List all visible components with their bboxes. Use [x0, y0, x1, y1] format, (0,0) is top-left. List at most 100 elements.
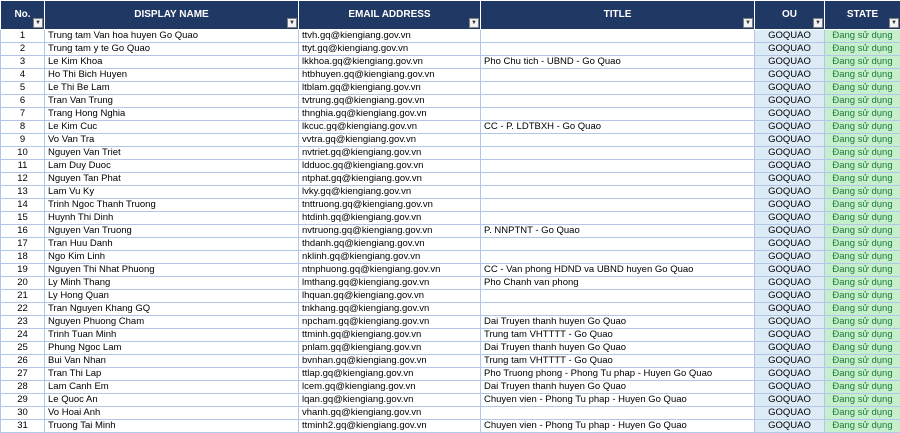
cell-title[interactable]: Dai Truyen thanh huyen Go Quao [481, 316, 755, 329]
cell-display-name[interactable]: Ngo Kim Linh [45, 251, 299, 264]
cell-display-name[interactable]: Vo Van Tra [45, 134, 299, 147]
cell-ou[interactable]: GOQUAO [755, 212, 825, 225]
cell-display-name[interactable]: Le Thi Be Lam [45, 82, 299, 95]
cell-ou[interactable]: GOQUAO [755, 134, 825, 147]
cell-ou[interactable]: GOQUAO [755, 82, 825, 95]
cell-state[interactable]: Đang sử dụng [825, 394, 900, 407]
cell-ou[interactable]: GOQUAO [755, 30, 825, 43]
filter-dropdown-icon[interactable]: ▼ [33, 18, 43, 28]
cell-state[interactable]: Đang sử dụng [825, 134, 900, 147]
cell-ou[interactable]: GOQUAO [755, 407, 825, 420]
cell-no[interactable]: 7 [1, 108, 45, 121]
cell-title[interactable]: CC - Van phong HDND va UBND huyen Go Qua… [481, 264, 755, 277]
cell-email[interactable]: lkcuc.gq@kiengiang.gov.vn [299, 121, 481, 134]
cell-state[interactable]: Đang sử dụng [825, 69, 900, 82]
cell-display-name[interactable]: Tran Van Trung [45, 95, 299, 108]
cell-no[interactable]: 5 [1, 82, 45, 95]
cell-display-name[interactable]: Trinh Ngoc Thanh Truong [45, 199, 299, 212]
cell-state[interactable]: Đang sử dụng [825, 420, 900, 433]
cell-display-name[interactable]: Phung Ngoc Lam [45, 342, 299, 355]
cell-state[interactable]: Đang sử dụng [825, 381, 900, 394]
filter-dropdown-icon[interactable]: ▼ [469, 18, 479, 28]
cell-state[interactable]: Đang sử dụng [825, 329, 900, 342]
cell-title[interactable]: Dai Truyen thanh huyen Go Quao [481, 381, 755, 394]
cell-display-name[interactable]: Ho Thi Bich Huyen [45, 69, 299, 82]
cell-email[interactable]: nklinh.gq@kiengiang.gov.vn [299, 251, 481, 264]
cell-no[interactable]: 30 [1, 407, 45, 420]
filter-dropdown-icon[interactable]: ▼ [287, 18, 297, 28]
cell-state[interactable]: Đang sử dụng [825, 199, 900, 212]
cell-title[interactable]: CC - P. LDTBXH - Go Quao [481, 121, 755, 134]
cell-display-name[interactable]: Nguyen Van Truong [45, 225, 299, 238]
cell-no[interactable]: 8 [1, 121, 45, 134]
cell-no[interactable]: 25 [1, 342, 45, 355]
cell-ou[interactable]: GOQUAO [755, 368, 825, 381]
cell-display-name[interactable]: Trung tam y te Go Quao [45, 43, 299, 56]
cell-ou[interactable]: GOQUAO [755, 290, 825, 303]
cell-title[interactable] [481, 108, 755, 121]
cell-state[interactable]: Đang sử dụng [825, 108, 900, 121]
cell-state[interactable]: Đang sử dụng [825, 30, 900, 43]
cell-ou[interactable]: GOQUAO [755, 225, 825, 238]
cell-display-name[interactable]: Truong Tai Minh [45, 420, 299, 433]
cell-no[interactable]: 2 [1, 43, 45, 56]
cell-title[interactable] [481, 303, 755, 316]
cell-state[interactable]: Đang sử dụng [825, 160, 900, 173]
cell-email[interactable]: npcham.gq@kiengiang.gov.vn [299, 316, 481, 329]
cell-no[interactable]: 29 [1, 394, 45, 407]
cell-email[interactable]: ttminh.gq@kiengiang.gov.vn [299, 329, 481, 342]
cell-title[interactable]: Pho Chu tich - UBND - Go Quao [481, 56, 755, 69]
cell-display-name[interactable]: Tran Huu Danh [45, 238, 299, 251]
cell-email[interactable]: vhanh.gq@kiengiang.gov.vn [299, 407, 481, 420]
cell-no[interactable]: 14 [1, 199, 45, 212]
cell-no[interactable]: 10 [1, 147, 45, 160]
cell-title[interactable] [481, 186, 755, 199]
cell-no[interactable]: 1 [1, 30, 45, 43]
cell-no[interactable]: 22 [1, 303, 45, 316]
cell-state[interactable]: Đang sử dụng [825, 368, 900, 381]
cell-title[interactable] [481, 147, 755, 160]
cell-no[interactable]: 27 [1, 368, 45, 381]
cell-no[interactable]: 23 [1, 316, 45, 329]
cell-title[interactable] [481, 160, 755, 173]
filter-dropdown-icon[interactable]: ▼ [889, 18, 899, 28]
cell-state[interactable]: Đang sử dụng [825, 316, 900, 329]
cell-state[interactable]: Đang sử dụng [825, 121, 900, 134]
cell-title[interactable] [481, 30, 755, 43]
cell-title[interactable] [481, 69, 755, 82]
cell-title[interactable] [481, 173, 755, 186]
filter-dropdown-icon[interactable]: ▼ [743, 18, 753, 28]
cell-state[interactable]: Đang sử dụng [825, 407, 900, 420]
cell-title[interactable]: Trung tam VHTTTT - Go Quao [481, 329, 755, 342]
cell-state[interactable]: Đang sử dụng [825, 147, 900, 160]
cell-ou[interactable]: GOQUAO [755, 121, 825, 134]
cell-title[interactable] [481, 238, 755, 251]
cell-email[interactable]: thdanh.gq@kiengiang.gov.vn [299, 238, 481, 251]
cell-email[interactable]: pnlam.gq@kiengiang.gov.vn [299, 342, 481, 355]
cell-email[interactable]: ttminh2.gq@kiengiang.gov.vn [299, 420, 481, 433]
cell-display-name[interactable]: Lam Canh Em [45, 381, 299, 394]
cell-no[interactable]: 24 [1, 329, 45, 342]
cell-display-name[interactable]: Nguyen Thi Nhat Phuong [45, 264, 299, 277]
cell-title[interactable] [481, 251, 755, 264]
cell-display-name[interactable]: Lam Vu Ky [45, 186, 299, 199]
cell-title[interactable] [481, 95, 755, 108]
cell-ou[interactable]: GOQUAO [755, 303, 825, 316]
cell-no[interactable]: 4 [1, 69, 45, 82]
cell-ou[interactable]: GOQUAO [755, 108, 825, 121]
cell-ou[interactable]: GOQUAO [755, 147, 825, 160]
cell-email[interactable]: ntnphuong.gq@kiengiang.gov.vn [299, 264, 481, 277]
cell-email[interactable]: tnttruong.gq@kiengiang.gov.vn [299, 199, 481, 212]
cell-display-name[interactable]: Nguyen Van Triet [45, 147, 299, 160]
cell-email[interactable]: htbhuyen.gq@kiengiang.gov.vn [299, 69, 481, 82]
cell-title[interactable]: Pho Truong phong - Phong Tu phap - Huyen… [481, 368, 755, 381]
cell-display-name[interactable]: Tran Thi Lap [45, 368, 299, 381]
cell-no[interactable]: 20 [1, 277, 45, 290]
cell-display-name[interactable]: Nguyen Tan Phat [45, 173, 299, 186]
cell-state[interactable]: Đang sử dụng [825, 43, 900, 56]
cell-display-name[interactable]: Le Kim Khoa [45, 56, 299, 69]
cell-state[interactable]: Đang sử dụng [825, 225, 900, 238]
cell-no[interactable]: 3 [1, 56, 45, 69]
cell-title[interactable] [481, 290, 755, 303]
cell-no[interactable]: 13 [1, 186, 45, 199]
